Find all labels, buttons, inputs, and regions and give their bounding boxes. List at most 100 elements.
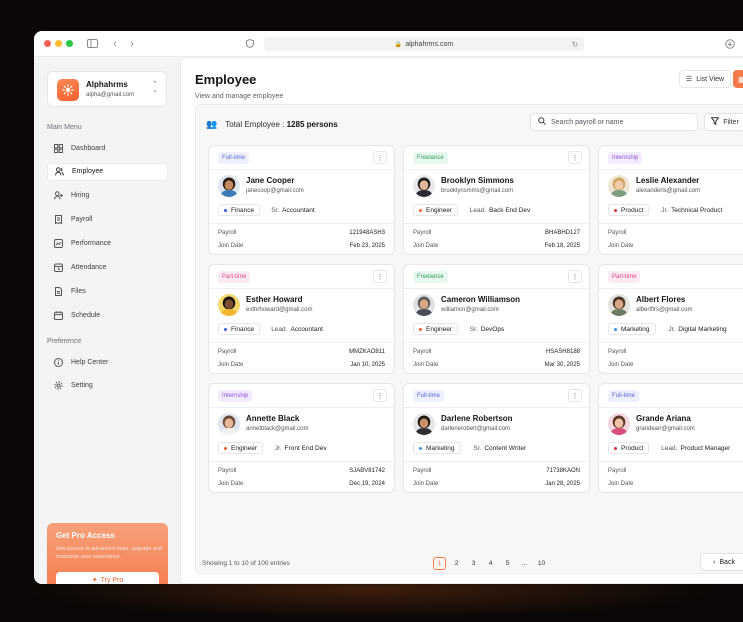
grid-view-button[interactable]: ▦: [733, 70, 743, 88]
download-icon[interactable]: [724, 38, 736, 50]
card-divider: [599, 169, 743, 170]
brand-email: alpha@gmail.com: [86, 92, 135, 98]
more-actions-button[interactable]: ⋮: [373, 270, 387, 283]
join-date-label: Join Date: [608, 243, 634, 249]
employee-email: williamcn@gmail.com: [441, 307, 499, 313]
minimize-window-button[interactable]: [55, 40, 62, 47]
employee-card[interactable]: Internship ⋮ Annette Black annetblack@gmail…: [208, 383, 395, 493]
employee-card[interactable]: Part-time ⋮ Esther Howard esthrhoward@gmail…: [208, 264, 395, 374]
payroll-value: HSASH8188: [545, 349, 580, 355]
avatar: [608, 294, 630, 316]
more-vertical-icon: ⋮: [376, 392, 384, 400]
department-dot: [614, 327, 617, 331]
workspace-switcher[interactable]: Alphahrms alpha@gmail.com ⌃ ⌄: [47, 71, 167, 107]
department-tag: Finance: [218, 204, 261, 216]
page-3[interactable]: 3: [467, 557, 480, 570]
page-1[interactable]: 1: [433, 556, 446, 570]
avatar: [218, 294, 240, 316]
employee-email: annetblack@gmail.com: [246, 426, 309, 432]
calendar-icon: [54, 311, 63, 320]
privacy-shield-icon[interactable]: [245, 38, 255, 49]
employment-type-badge: Full-time: [608, 390, 640, 402]
employee-name: Albert Flores: [636, 295, 686, 304]
try-pro-button[interactable]: ✦ Try Pro: [56, 572, 159, 584]
sidebar-item-setting[interactable]: Setting: [47, 377, 168, 395]
employee-card[interactable]: Full-time⋮Grande Arianagrandeari@gmail.c…: [598, 383, 743, 493]
employment-type-badge: Freelance: [413, 271, 448, 283]
card-divider: [404, 461, 589, 462]
maximize-window-button[interactable]: [66, 40, 73, 47]
employee-card[interactable]: Full-time ⋮ Jane Cooper janecoop@gmail.com F…: [208, 145, 395, 255]
more-actions-button[interactable]: ⋮: [568, 270, 582, 283]
page-subtitle: View and manage employee: [195, 93, 284, 100]
department-label: Marketing: [621, 325, 650, 333]
card-divider: [404, 407, 589, 408]
sidebar-item-hiring[interactable]: Hiring: [47, 187, 168, 205]
job-position: Front End Dev: [284, 444, 327, 452]
employee-email: brooklynsmms@gmail.com: [441, 188, 514, 194]
browser-window: ‹ › 🔒 alphahrms.com ↻ Alphahrms alpha@gm…: [34, 31, 743, 584]
close-window-button[interactable]: [44, 40, 51, 47]
sidebar-item-performance[interactable]: Performance: [47, 235, 168, 253]
main-content: Employee View and manage employee ☰ List…: [180, 57, 743, 584]
more-actions-button[interactable]: ⋮: [373, 151, 387, 164]
pro-access-card: Get Pro Access Get access to advanced to…: [47, 523, 168, 584]
list-view-button[interactable]: ☰ List View: [679, 70, 731, 88]
job-position: Accountant: [282, 206, 315, 214]
join-date-label: Join Date: [413, 481, 439, 487]
more-actions-button[interactable]: ⋮: [568, 151, 582, 164]
employee-card[interactable]: Freelance ⋮ Cameron Williamson williamcn@gm…: [403, 264, 590, 374]
more-actions-button[interactable]: ⋮: [568, 389, 582, 402]
sidebar-item-attendance[interactable]: Attendance: [47, 259, 168, 277]
employee-name: Jane Cooper: [246, 176, 295, 185]
employee-card[interactable]: Internship⋮Leslie Alexanderalexanderls@g…: [598, 145, 743, 255]
main-menu-heading: Main Menu: [47, 124, 82, 131]
page-2[interactable]: 2: [450, 557, 463, 570]
card-divider: [404, 288, 589, 289]
page-4[interactable]: 4: [484, 557, 497, 570]
page-10[interactable]: 10: [535, 557, 548, 570]
sidebar-item-files[interactable]: Files: [47, 282, 168, 300]
back-label: Back: [719, 558, 735, 566]
payroll-label: Payroll: [608, 468, 627, 474]
users-icon: 👥: [206, 119, 218, 129]
card-divider: [209, 223, 394, 224]
employee-name: Cameron Williamson: [441, 295, 521, 304]
join-date-label: Join Date: [608, 481, 634, 487]
back-arrow-icon[interactable]: ‹: [110, 37, 120, 50]
sidebar-item-schedule[interactable]: Schedule: [47, 306, 168, 324]
address-bar[interactable]: 🔒 alphahrms.com: [264, 37, 584, 51]
department-tag: Marketing: [608, 323, 656, 335]
card-divider: [599, 288, 743, 289]
forward-arrow-icon[interactable]: ›: [127, 37, 137, 50]
more-vertical-icon: ⋮: [376, 273, 384, 281]
job-level: Lead.: [661, 444, 678, 452]
list-view-label: List View: [696, 75, 725, 83]
card-divider: [599, 461, 743, 462]
sidebar-item-employee[interactable]: Employee: [47, 162, 168, 181]
back-button[interactable]: ‹ Back: [700, 553, 743, 571]
sidebar-item-dashboard[interactable]: Dashboard: [47, 139, 168, 157]
sidebar-item-label: Performance: [71, 240, 112, 248]
sidebar-item-label: Hiring: [71, 192, 90, 200]
filter-button[interactable]: Filter: [704, 113, 743, 131]
sidebar-toggle-icon[interactable]: [86, 38, 98, 49]
pagination-ellipsis: ...: [521, 559, 528, 567]
employee-card[interactable]: Full-time ⋮ Darlene Robertson darlenerobert…: [403, 383, 590, 493]
employment-type-badge: Internship: [218, 390, 253, 402]
reload-icon[interactable]: ↻: [570, 39, 580, 49]
page-5[interactable]: 5: [501, 557, 514, 570]
browser-toolbar: ‹ › 🔒 alphahrms.com ↻: [34, 31, 743, 57]
sidebar-item-label: Employee: [72, 168, 104, 176]
job-position: Back End Dev: [489, 206, 531, 214]
search-input[interactable]: Search payroll or name: [530, 113, 698, 131]
more-actions-button[interactable]: ⋮: [373, 389, 387, 402]
employee-card[interactable]: Freelance ⋮ Brooklyn Simmons brooklynsmms@g…: [403, 145, 590, 255]
employee-card[interactable]: Part-time⋮Albert Floresalbertflrs@gmail.…: [598, 264, 743, 374]
job-role: Sr. Content Writer: [473, 442, 526, 454]
sidebar-item-help-center[interactable]: Help Center: [47, 353, 168, 371]
payroll-value: MMZKAO811: [349, 349, 385, 355]
department-dot: [419, 208, 422, 212]
sidebar-item-payroll[interactable]: Payroll: [47, 211, 168, 229]
employment-type-badge: Part-time: [218, 271, 251, 283]
